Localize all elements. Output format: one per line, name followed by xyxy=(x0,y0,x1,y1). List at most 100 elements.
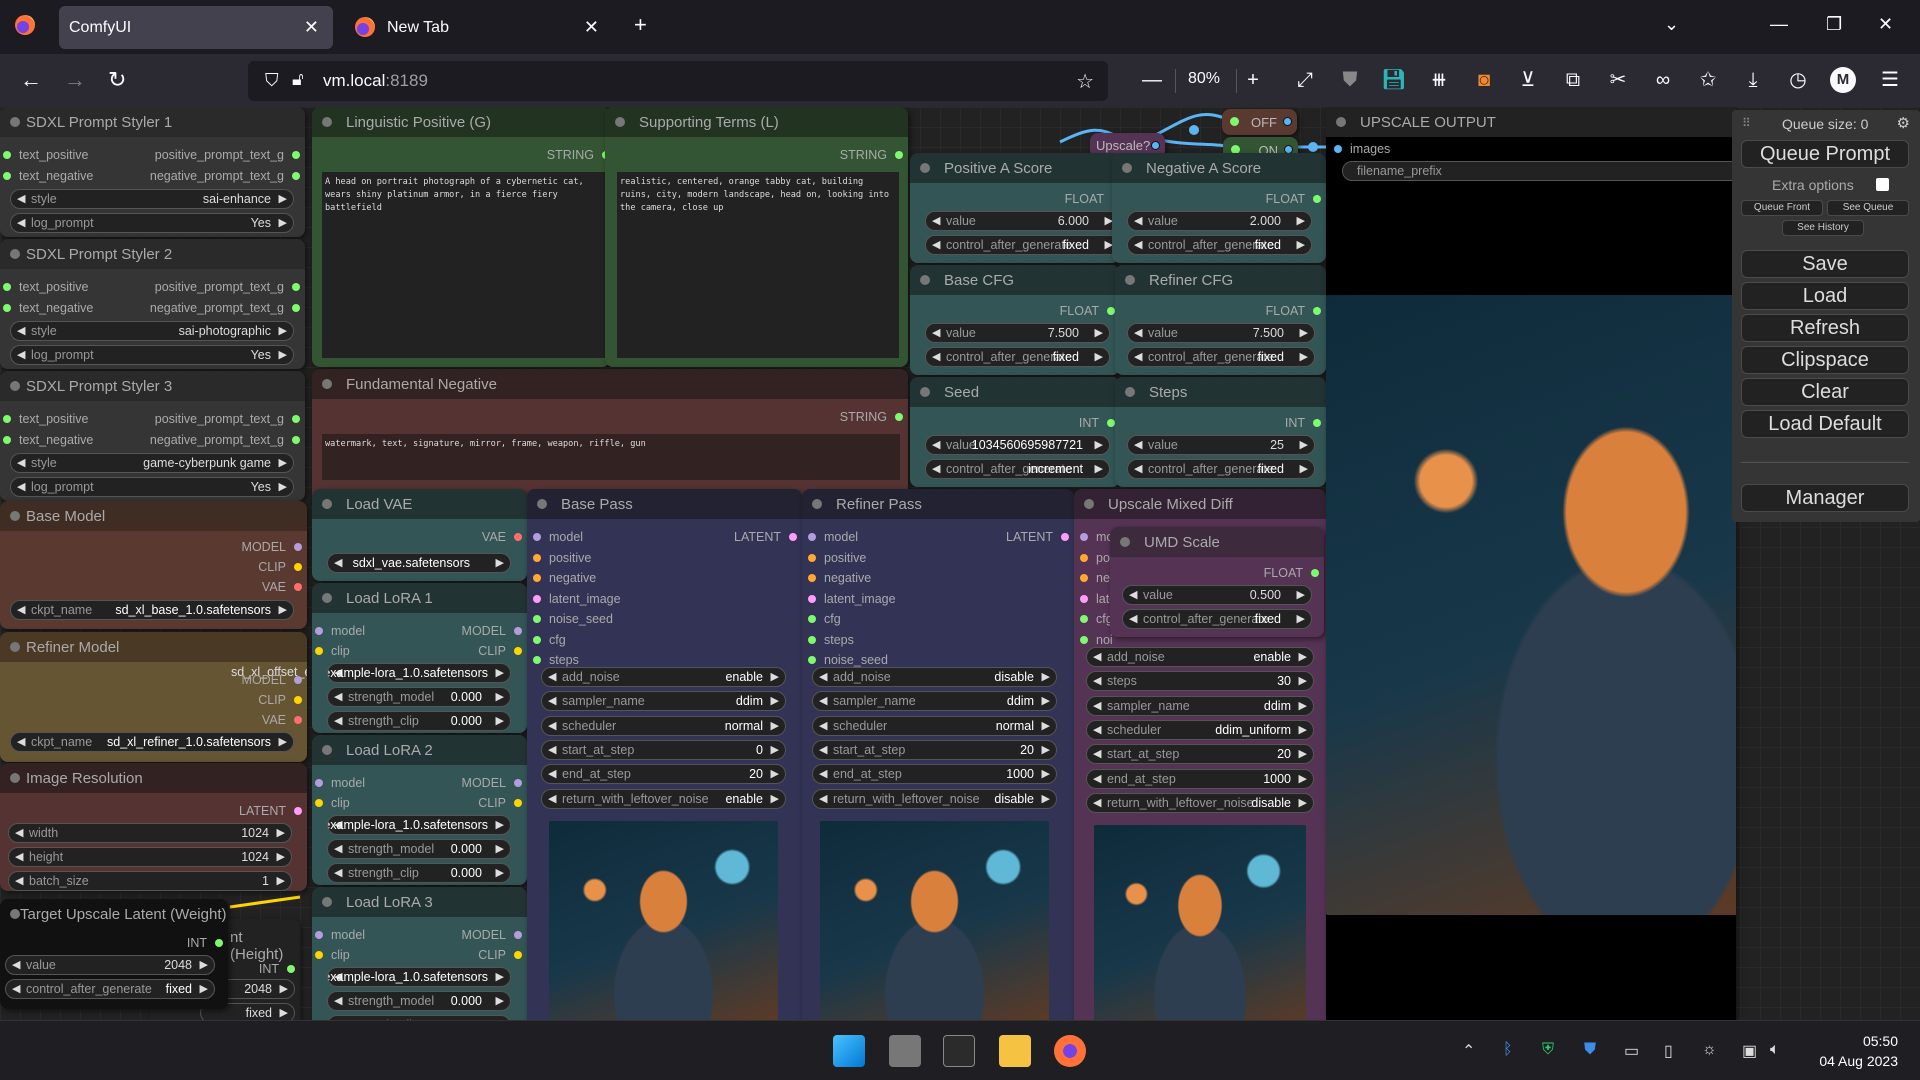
input-steps[interactable]: steps xyxy=(533,652,579,668)
node-refiner-cfg[interactable]: Refiner CFG FLOAT ◀ value 7.500 ▶ ◀ control_… xyxy=(1115,265,1326,375)
slot-dot[interactable] xyxy=(808,574,816,582)
preview-image[interactable] xyxy=(1094,825,1306,1020)
node-title[interactable]: Base Model xyxy=(0,501,307,531)
minimize-icon[interactable]: — xyxy=(1770,14,1788,35)
slot-dot[interactable] xyxy=(294,716,302,724)
comfyui-canvas[interactable]: SDXL Prompt Styler 1 text_positive posit… xyxy=(0,107,1920,1020)
ublock-shield-icon[interactable]: ⛊ xyxy=(1337,67,1363,93)
tab-new-tab[interactable]: New Tab ✕ xyxy=(343,6,613,49)
control-after-generate-combo[interactable]: ◀ control_after_generate increment ▶ xyxy=(925,459,1110,479)
start-at-step-widget[interactable]: ◀ start_at_step 0 ▶ xyxy=(541,739,786,760)
value-number-widget[interactable]: ◀ value 2048 ▶ xyxy=(5,955,215,975)
output-model[interactable]: MODEL xyxy=(462,927,522,943)
clear-button[interactable]: Clear xyxy=(1741,378,1909,406)
return-with-leftover-noise-widget[interactable]: ◀ return_with_leftover_noise disable ▶ xyxy=(1086,792,1314,813)
input-text-positive[interactable]: text_positive xyxy=(3,147,88,163)
slot-dot[interactable] xyxy=(315,931,323,939)
queue-front-button[interactable]: Queue Front xyxy=(1741,200,1823,216)
input-mo[interactable]: mo xyxy=(1080,529,1113,545)
task-view-icon[interactable] xyxy=(889,1035,921,1067)
pocket-icon[interactable]: ⊻ xyxy=(1515,67,1541,93)
save-button[interactable]: Save xyxy=(1741,250,1909,278)
slot-dot[interactable] xyxy=(808,615,816,623)
output-string[interactable]: STRING xyxy=(547,147,610,163)
preview-image[interactable] xyxy=(820,820,1049,1020)
fence-extension-icon[interactable]: ⧻ xyxy=(1426,67,1452,93)
log-prompt-combo[interactable]: ◀ log_prompt Yes ▶ xyxy=(10,213,294,233)
list-all-tabs-chevron-icon[interactable]: ⌄ xyxy=(1664,14,1679,35)
load-button[interactable]: Load xyxy=(1741,282,1909,310)
output-negative-prompt[interactable]: negative_prompt_text_g xyxy=(150,168,300,184)
output-int[interactable]: INT xyxy=(259,961,295,977)
node-title[interactable]: Load LoRA 1 xyxy=(312,583,527,613)
slot-dot[interactable] xyxy=(1311,569,1319,577)
add-noise-widget[interactable]: ◀ add_noise disable ▶ xyxy=(812,667,1057,687)
input-noise-seed[interactable]: noise_seed xyxy=(808,652,888,668)
control-after-generate-combo[interactable]: ◀ control_after_generate fixed ▶ xyxy=(925,347,1110,367)
start-at-step-widget[interactable]: ◀ start_at_step 20 ▶ xyxy=(812,739,1057,760)
bookmark-star-icon[interactable]: ☆ xyxy=(1076,69,1094,94)
input-text-positive[interactable]: text_positive xyxy=(3,279,88,295)
upscaled-output-image[interactable] xyxy=(1326,295,1736,915)
add-noise-widget[interactable]: ◀ add_noise enable ▶ xyxy=(541,667,786,687)
output-model[interactable]: MODEL xyxy=(242,539,302,555)
output-float[interactable]: FLOAT xyxy=(1266,191,1321,207)
slot-dot[interactable] xyxy=(294,696,302,704)
node-title[interactable]: Base CFG xyxy=(910,265,1120,295)
zoom-in-icon[interactable]: + xyxy=(1240,67,1266,93)
slot-dot[interactable] xyxy=(3,415,11,423)
reload-icon[interactable]: ↻ xyxy=(108,66,126,94)
slot-dot[interactable] xyxy=(3,283,11,291)
slot-dot[interactable] xyxy=(533,615,541,623)
settings-gear-icon[interactable]: ⚙ xyxy=(1897,114,1910,132)
slot-dot[interactable] xyxy=(1080,615,1088,623)
node-title[interactable]: Image Resolution xyxy=(0,763,307,793)
slot-dot[interactable] xyxy=(1080,594,1088,603)
slot-dot[interactable] xyxy=(3,172,11,180)
output-vae[interactable]: VAE xyxy=(262,579,302,595)
slot-dot[interactable] xyxy=(315,951,323,959)
slot-dot[interactable] xyxy=(292,283,300,291)
output-int[interactable]: INT xyxy=(187,935,223,951)
scheduler-widget[interactable]: ◀ scheduler ddim_uniform ▶ xyxy=(1086,719,1314,740)
node-title[interactable]: Load LoRA 2 xyxy=(312,735,527,765)
slot-dot[interactable] xyxy=(808,533,816,541)
link-midpoint[interactable] xyxy=(1308,142,1318,152)
shield-icon[interactable]: ⛉ xyxy=(265,70,279,91)
node-base-cfg[interactable]: Base CFG FLOAT ◀ value 7.500 ▶ ◀ control_aft… xyxy=(910,265,1120,375)
value-number-widget[interactable]: ◀ value 7.500 ▶ xyxy=(925,323,1110,343)
node-title[interactable]: nt (Height) xyxy=(230,929,300,963)
node-title[interactable]: Fundamental Negative xyxy=(312,369,908,399)
sampler-name-widget[interactable]: ◀ sampler_name ddim ▶ xyxy=(541,691,786,712)
node-title[interactable]: Refiner Pass xyxy=(802,489,1074,519)
input-cfg[interactable]: cfg xyxy=(808,611,841,627)
slot-dot[interactable] xyxy=(1230,117,1239,126)
usb-icon[interactable]: ▯ xyxy=(1664,1041,1673,1061)
url-text[interactable]: vm.local:8189 xyxy=(323,71,428,91)
security-shield-icon[interactable]: ⛨ xyxy=(1542,1041,1554,1059)
node-title[interactable]: Load LoRA 3 xyxy=(312,887,527,917)
node-title[interactable]: Supporting Terms (L) xyxy=(605,107,908,137)
slot-dot[interactable] xyxy=(1061,533,1069,541)
slot-dot[interactable] xyxy=(514,799,522,807)
slot-dot[interactable] xyxy=(1313,307,1321,315)
output-clip[interactable]: CLIP xyxy=(258,559,302,575)
strength-clip-widget[interactable]: ◀strength_clip0.000▶ xyxy=(327,863,511,883)
back-arrow-icon[interactable]: ← xyxy=(20,66,42,94)
node-title[interactable]: Refiner CFG xyxy=(1115,265,1326,295)
window-close-icon[interactable]: ✕ xyxy=(1878,14,1893,35)
input-cfg[interactable]: cfg xyxy=(1080,611,1113,627)
output-positive-prompt[interactable]: positive_prompt_text_g xyxy=(155,147,300,163)
system-clock[interactable]: 05:50 04 Aug 2023 xyxy=(1819,1031,1898,1071)
zoom-level[interactable]: 80% xyxy=(1188,70,1220,88)
slot-dot[interactable] xyxy=(808,594,816,603)
control-after-generate-combo[interactable]: ◀ control_after_generate fixed ▶ xyxy=(1122,609,1312,629)
node-image-resolution[interactable]: Image Resolution LATENT ◀ width 1024 ▶ ◀ hei… xyxy=(0,763,307,891)
input-model[interactable]: model xyxy=(315,927,365,943)
output-float[interactable]: FLOAT xyxy=(1266,303,1321,319)
width-number-widget[interactable]: ◀ width 1024 ▶ xyxy=(8,823,292,843)
batch-size-number-widget[interactable]: ◀ batch_size 1 ▶ xyxy=(8,871,292,891)
downloads-icon[interactable]: ⤓ xyxy=(1740,67,1766,93)
output-float[interactable]: FLOAT xyxy=(1264,565,1319,581)
value-number-widget[interactable]: ◀ value 0.500 ▶ xyxy=(1122,585,1312,605)
